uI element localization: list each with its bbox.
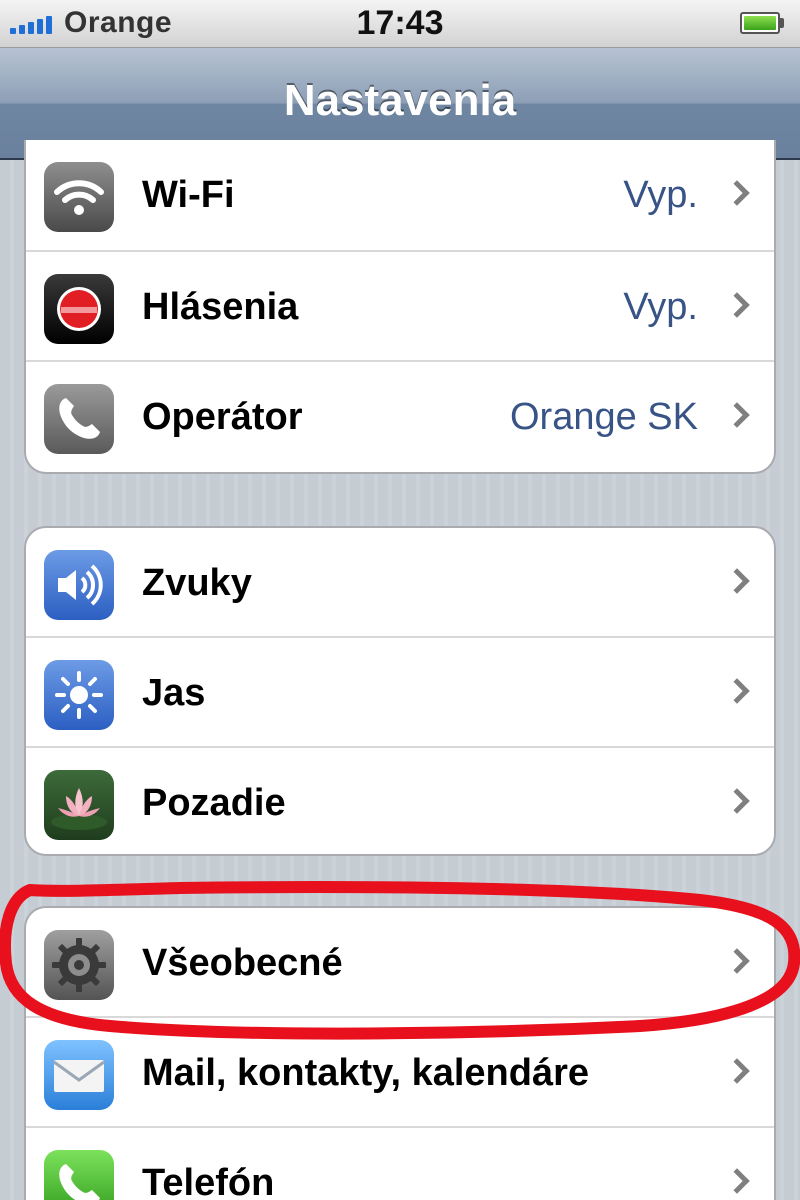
- lotus-flower-icon: [44, 770, 114, 840]
- gear-icon: [44, 930, 114, 1000]
- wifi-icon: [44, 162, 114, 232]
- chevron-right-icon: [724, 948, 750, 974]
- phone-handset-icon: [44, 384, 114, 454]
- settings-row-wifi[interactable]: Wi-Fi Vyp.: [26, 140, 774, 252]
- settings-row-label: Zvuky: [142, 562, 252, 604]
- chevron-right-icon: [724, 1168, 750, 1194]
- settings-row-notifications[interactable]: Hlásenia Vyp.: [26, 252, 774, 362]
- chevron-right-icon: [724, 1058, 750, 1084]
- settings-row-sounds[interactable]: Zvuky: [26, 528, 774, 638]
- settings-row-general[interactable]: Všeobecné: [26, 908, 774, 1018]
- settings-row-brightness[interactable]: Jas: [26, 638, 774, 748]
- settings-row-label: Mail, kontakty, kalendáre: [142, 1052, 590, 1094]
- settings-row-label: Všeobecné: [142, 942, 343, 984]
- settings-row-label: Jas: [142, 672, 206, 714]
- chevron-right-icon: [724, 678, 750, 704]
- page-title: Nastavenia: [283, 76, 517, 125]
- settings-row-value: Vyp.: [623, 174, 698, 216]
- chevron-right-icon: [724, 180, 750, 206]
- settings-group-apps: Všeobecné Mail, kontakty, kalendáre Tele…: [24, 906, 776, 1200]
- settings-row-carrier[interactable]: Operátor Orange SK: [26, 362, 774, 472]
- settings-row-label: Operátor: [142, 396, 303, 438]
- speaker-icon: [44, 550, 114, 620]
- settings-row-mail[interactable]: Mail, kontakty, kalendáre: [26, 1018, 774, 1128]
- settings-group-display: Zvuky Jas Pozadie: [24, 526, 776, 856]
- settings-row-wallpaper[interactable]: Pozadie: [26, 748, 774, 854]
- status-bar: Orange 17:43: [0, 0, 800, 48]
- chevron-right-icon: [724, 402, 750, 428]
- settings-row-label: Wi-Fi: [142, 174, 235, 216]
- chevron-right-icon: [724, 292, 750, 318]
- settings-row-phone[interactable]: Telefón: [26, 1128, 774, 1200]
- settings-row-label: Hlásenia: [142, 286, 299, 328]
- chevron-right-icon: [724, 788, 750, 814]
- phone-icon: [44, 1150, 114, 1200]
- settings-row-label: Pozadie: [142, 782, 286, 824]
- battery-icon: [740, 12, 784, 34]
- chevron-right-icon: [724, 568, 750, 594]
- sun-icon: [44, 660, 114, 730]
- settings-group-connectivity: Wi-Fi Vyp. Hlásenia Vyp. Operátor Orange…: [24, 140, 776, 474]
- status-time: 17:43: [356, 4, 444, 42]
- notifications-icon: [44, 274, 114, 344]
- settings-row-value: Vyp.: [623, 286, 698, 328]
- settings-row-label: Telefón: [142, 1162, 275, 1200]
- envelope-icon: [44, 1040, 114, 1110]
- settings-row-value: Orange SK: [510, 396, 698, 438]
